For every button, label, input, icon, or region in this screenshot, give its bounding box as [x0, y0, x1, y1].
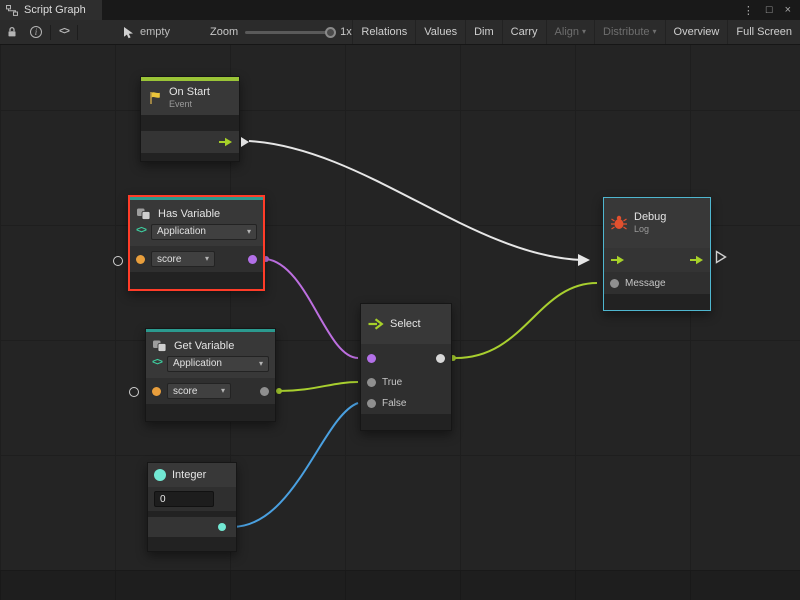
node-header: Select	[361, 304, 451, 344]
flag-icon	[147, 90, 163, 106]
node-subtitle: Event	[169, 99, 210, 110]
flow-arrow-icon[interactable]	[218, 137, 233, 147]
script-graph-window: Script Graph ⋮ □ × i <> empty Zoom 1x Re	[0, 0, 800, 600]
close-icon[interactable]: ×	[785, 4, 791, 16]
tab-title: Script Graph	[24, 4, 86, 16]
values-button[interactable]: Values	[415, 20, 465, 44]
carry-button[interactable]: Carry	[502, 20, 546, 44]
wire-select-to-debuglog-message[interactable]	[453, 283, 597, 358]
toolbar-divider	[50, 25, 51, 40]
chevron-down-icon: ▾	[259, 360, 263, 368]
integer-value-field[interactable]: 0	[154, 491, 214, 507]
cursor-icon	[122, 26, 135, 39]
variable-scope-dropdown[interactable]: Application ▾	[167, 356, 269, 372]
condition-input-port[interactable]	[367, 354, 376, 363]
toolbar-divider	[77, 25, 78, 40]
node-integer[interactable]: Integer 0	[147, 462, 237, 552]
variables-icon	[152, 339, 169, 353]
zoom-slider-knob[interactable]	[325, 27, 336, 38]
node-has-variable[interactable]: Has Variable <> Application ▾ score ▾	[128, 195, 265, 291]
zoom-slider[interactable]	[245, 31, 333, 34]
title-bar: Script Graph ⋮ □ ×	[0, 0, 800, 20]
selection-output-port[interactable]	[436, 354, 445, 363]
chevron-down-icon: ▾	[221, 387, 225, 395]
chevron-down-icon: ▾	[582, 28, 586, 36]
wire-getvariable-to-select-true[interactable]	[279, 382, 358, 391]
variable-name-input-port[interactable]	[152, 387, 161, 396]
lock-icon[interactable]	[0, 20, 24, 44]
node-debug-log[interactable]: Debug Log Message	[603, 197, 711, 311]
wire-arrowhead	[578, 254, 590, 266]
wire-hasvariable-to-select[interactable]	[266, 259, 358, 358]
port-label: True	[382, 377, 402, 388]
variables-icon	[136, 207, 153, 221]
port-label: Message	[625, 278, 666, 289]
node-title: Integer	[172, 469, 206, 481]
flow-input-arrow-icon[interactable]	[610, 255, 625, 265]
bool-output-port[interactable]	[248, 255, 257, 264]
node-title: Debug	[634, 211, 666, 224]
value-output-port[interactable]	[260, 387, 269, 396]
toolbar-buttons: Relations Values Dim Carry Align▾ Distri…	[352, 20, 800, 44]
relations-button[interactable]: Relations	[352, 20, 415, 44]
node-select[interactable]: Select True False	[360, 303, 452, 431]
node-title: Has Variable	[158, 208, 220, 220]
node-header: Get Variable <> Application ▾	[146, 332, 275, 378]
node-on-start[interactable]: On Start Event	[140, 76, 240, 162]
node-header: Debug Log	[604, 198, 710, 248]
tab-script-graph[interactable]: Script Graph	[0, 0, 102, 20]
chevron-down-icon: ▾	[653, 28, 657, 36]
distribute-dropdown[interactable]: Distribute▾	[594, 20, 664, 44]
message-input-port[interactable]	[610, 279, 619, 288]
window-controls: ⋮ □ ×	[743, 0, 800, 20]
wire-endpoint	[276, 388, 282, 394]
select-icon	[367, 318, 384, 330]
graph-toolbar: i <> empty Zoom 1x Relations Values Dim …	[0, 20, 800, 45]
chevron-down-icon: ▾	[205, 255, 209, 263]
value-input-port[interactable]	[113, 256, 123, 266]
dim-button[interactable]: Dim	[465, 20, 502, 44]
maximize-icon[interactable]: □	[766, 4, 773, 16]
flow-output-arrow-icon[interactable]	[689, 255, 704, 265]
flow-output-port[interactable]	[241, 137, 249, 147]
variable-kind-icon: <>	[152, 358, 162, 369]
node-subtitle: Log	[634, 224, 666, 235]
graph-icon	[6, 5, 18, 16]
zoom-control: Zoom 1x	[210, 26, 352, 38]
true-input-port[interactable]	[367, 378, 376, 387]
integer-icon	[154, 469, 166, 481]
false-input-port[interactable]	[367, 399, 376, 408]
zoom-value: 1x	[340, 26, 352, 38]
node-title: Get Variable	[174, 340, 234, 352]
variable-kind-icon: <>	[136, 226, 146, 237]
code-preview-icon[interactable]: <>	[53, 20, 75, 44]
variable-name-dropdown[interactable]: score ▾	[167, 383, 231, 399]
variable-scope-dropdown[interactable]: Application ▾	[151, 224, 257, 240]
variable-name-dropdown[interactable]: score ▾	[151, 251, 215, 267]
node-header: Integer	[148, 463, 236, 487]
info-icon[interactable]: i	[24, 20, 48, 44]
node-header: On Start Event	[141, 81, 239, 115]
wire-onstart-to-debuglog[interactable]	[249, 141, 582, 260]
flow-output-port[interactable]	[715, 250, 727, 264]
canvas-edge-shade	[0, 570, 800, 600]
node-header: Has Variable <> Application ▾	[130, 200, 263, 246]
node-get-variable[interactable]: Get Variable <> Application ▾ score ▾	[145, 328, 276, 422]
bug-icon	[610, 215, 628, 231]
node-title: Select	[390, 318, 421, 330]
menu-icon[interactable]: ⋮	[743, 4, 754, 17]
selection-status: empty	[122, 26, 170, 39]
integer-output-port[interactable]	[218, 523, 226, 531]
value-input-port[interactable]	[129, 387, 139, 397]
selection-status-label: empty	[140, 26, 170, 38]
port-label: False	[382, 398, 406, 409]
align-dropdown[interactable]: Align▾	[546, 20, 594, 44]
full-screen-button[interactable]: Full Screen	[727, 20, 800, 44]
graph-canvas[interactable]: On Start Event Has Variable <>	[0, 45, 800, 600]
node-title: On Start	[169, 86, 210, 99]
overview-button[interactable]: Overview	[665, 20, 728, 44]
variable-name-input-port[interactable]	[136, 255, 145, 264]
chevron-down-icon: ▾	[247, 228, 251, 236]
zoom-label: Zoom	[210, 26, 238, 38]
